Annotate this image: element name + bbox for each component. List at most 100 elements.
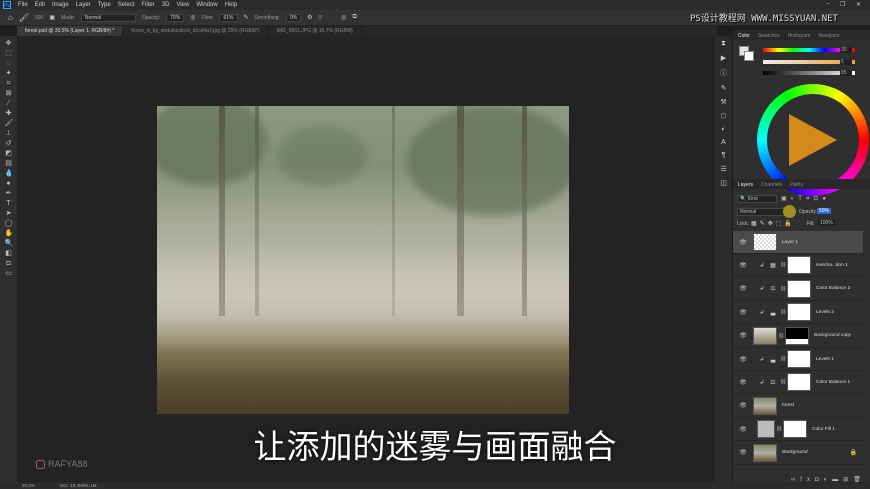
forest-image-canvas[interactable] [157, 106, 569, 414]
zoom-tool-icon[interactable]: 🔍 [5, 240, 14, 248]
layer-thumbnail[interactable] [753, 326, 777, 345]
layer-row[interactable]: 👁 ↲ ▃ ⛓ Levels 2 [733, 301, 863, 325]
link-icon[interactable]: ⛓ [779, 262, 787, 268]
screen-mode-icon[interactable]: ▭ [5, 270, 13, 278]
angle-field[interactable]: 0° [318, 15, 323, 21]
tool-presets-icon[interactable]: ⚒ [720, 98, 726, 106]
play-icon[interactable]: ▶ [721, 54, 726, 62]
frame-tool-icon[interactable]: ⊠ [5, 90, 13, 98]
dodge-tool-icon[interactable]: ● [5, 180, 13, 188]
menu-help[interactable]: Help [225, 2, 237, 8]
stamp-tool-icon[interactable]: ⊥ [5, 130, 13, 138]
layer-mask-thumbnail[interactable] [787, 303, 811, 322]
blur-tool-icon[interactable]: 💧 [5, 170, 14, 178]
layer-mask-thumbnail[interactable] [787, 350, 811, 368]
layer-name[interactable]: Background [782, 450, 808, 455]
visibility-eye-icon[interactable]: 👁 [737, 239, 749, 246]
pen-tool-icon[interactable]: ✒ [5, 190, 13, 198]
menu-layer[interactable]: Layer [76, 2, 91, 8]
healing-brush-icon[interactable]: ✚ [5, 110, 13, 118]
tab-layers[interactable]: Layers [738, 182, 753, 188]
color-triangle[interactable] [789, 114, 837, 166]
layer-opacity-field[interactable]: 50% [817, 208, 832, 214]
adjustment-layer-icon[interactable]: ◐ [824, 477, 833, 483]
new-group-icon[interactable]: ▬ [832, 477, 843, 483]
pressure-opacity-icon[interactable]: ◎ [190, 14, 195, 21]
layer-thumbnail[interactable] [753, 443, 777, 462]
quick-mask-icon[interactable]: ◘ [5, 260, 13, 268]
blend-mode-select[interactable]: Normal [737, 208, 785, 216]
visibility-eye-icon[interactable]: 👁 [737, 332, 749, 339]
link-icon[interactable]: ⛓ [777, 333, 785, 339]
tab-navigator[interactable]: Navigator [818, 33, 839, 39]
visibility-eye-icon[interactable]: 👁 [737, 309, 749, 316]
menu-edit[interactable]: Edit [35, 2, 45, 8]
close-icon[interactable]: ✕ [856, 1, 861, 8]
menu-filter[interactable]: Filter [141, 2, 154, 8]
layer-mask-thumbnail[interactable] [783, 420, 807, 439]
tab-img-9951[interactable]: IMG_9951.JPG @ 16,7% (RGB/8) [269, 26, 362, 36]
link-layers-icon[interactable]: ∞ [791, 477, 800, 483]
layer-name[interactable]: Hue/Sa...tion 1 [816, 263, 848, 268]
new-layer-icon[interactable]: ⊞ [843, 477, 853, 483]
path-select-icon[interactable]: ➤ [5, 210, 13, 218]
brightness-value[interactable]: 85 [840, 70, 852, 76]
layer-row[interactable]: 👁 ↲ ▦ ⛓ Hue/Sa...tion 1 [733, 254, 863, 278]
zoom-level[interactable]: 30,3% [22, 482, 35, 489]
lock-icons[interactable]: ▦✎✥⬚🔒 [751, 220, 795, 227]
restore-icon[interactable]: ❐ [840, 1, 845, 8]
trash-icon[interactable]: 🗑 [853, 477, 866, 483]
background-color-swatch[interactable] [744, 51, 754, 61]
layer-name[interactable]: Background copy [814, 333, 851, 338]
visibility-eye-icon[interactable]: 👁 [737, 262, 749, 269]
visibility-eye-icon[interactable]: 👁 [737, 356, 749, 363]
lasso-tool-icon[interactable]: ◌ [5, 60, 13, 68]
history-brush-icon[interactable]: ↺ [5, 140, 13, 148]
opacity-field[interactable]: 79% [166, 13, 185, 22]
adjustments-icon[interactable]: ◐ [721, 126, 725, 133]
brush-tool-icon[interactable]: 🖌 [5, 120, 14, 128]
hand-tool-icon[interactable]: ✋ [5, 230, 14, 238]
gradient-tool-icon[interactable]: ▤ [5, 160, 13, 168]
hue-value[interactable]: 30 [840, 47, 852, 53]
libraries-icon[interactable]: ◫ [720, 179, 727, 187]
layer-row[interactable]: 👁 ↲ ⚖ ⛓ Color Balance 2 [733, 278, 863, 301]
layer-mask-thumbnail[interactable] [787, 373, 811, 392]
tab-histogram[interactable]: Histogram [788, 33, 811, 39]
layer-name[interactable]: Layer 1 [782, 240, 798, 245]
layer-mask-thumbnail[interactable] [785, 326, 809, 345]
type-tool-icon[interactable]: T [5, 200, 13, 208]
menu-file[interactable]: File [18, 2, 28, 8]
airbrush-icon[interactable]: ✎ [244, 14, 249, 21]
link-icon[interactable]: ⛓ [779, 286, 787, 292]
shape-tool-icon[interactable]: ◯ [5, 220, 13, 228]
visibility-eye-icon[interactable]: 👁 [737, 379, 749, 386]
flow-field[interactable]: 61% [219, 13, 238, 22]
layer-row[interactable]: 👁 Background 🔒 [733, 442, 863, 465]
menu-select[interactable]: Select [118, 2, 135, 8]
layer-name[interactable]: Levels 2 [816, 310, 834, 315]
info-icon[interactable]: ⓘ [720, 68, 727, 78]
layer-name[interactable]: Color Fill 1 [812, 427, 835, 432]
visibility-eye-icon[interactable]: 👁 [737, 402, 749, 409]
menu-type[interactable]: Type [98, 2, 111, 8]
fx-icon[interactable]: fx [800, 477, 815, 483]
link-icon[interactable]: ⛓ [779, 309, 787, 315]
fill-color-thumbnail[interactable] [757, 420, 775, 439]
smoothing-field[interactable]: 0% [285, 13, 302, 22]
layer-row[interactable]: 👁 ⛓ Background copy [733, 325, 863, 348]
layer-name[interactable]: forest [782, 403, 794, 408]
layer-filter-icons[interactable]: ▣◐T⌗⊡● [781, 195, 830, 203]
layer-mask-thumbnail[interactable] [787, 256, 811, 275]
link-icon[interactable]: ⛓ [779, 379, 787, 385]
magic-wand-icon[interactable]: ✦ [5, 70, 13, 78]
tab-paths[interactable]: Paths [790, 182, 803, 188]
brush-size[interactable]: 500 [35, 15, 43, 21]
tab-forest-psd[interactable]: forest.psd @ 30,5% (Layer 1, RGB/8#) * [17, 26, 124, 36]
link-icon[interactable]: ⛓ [779, 356, 787, 362]
tab-color[interactable]: Color [738, 33, 750, 39]
layer-filter-kind[interactable]: 🔍 Kind [737, 195, 777, 203]
minimize-icon[interactable]: – [826, 1, 829, 7]
brush-settings-icon[interactable]: ✎ [721, 84, 727, 92]
visibility-eye-icon[interactable]: 👁 [737, 285, 749, 292]
